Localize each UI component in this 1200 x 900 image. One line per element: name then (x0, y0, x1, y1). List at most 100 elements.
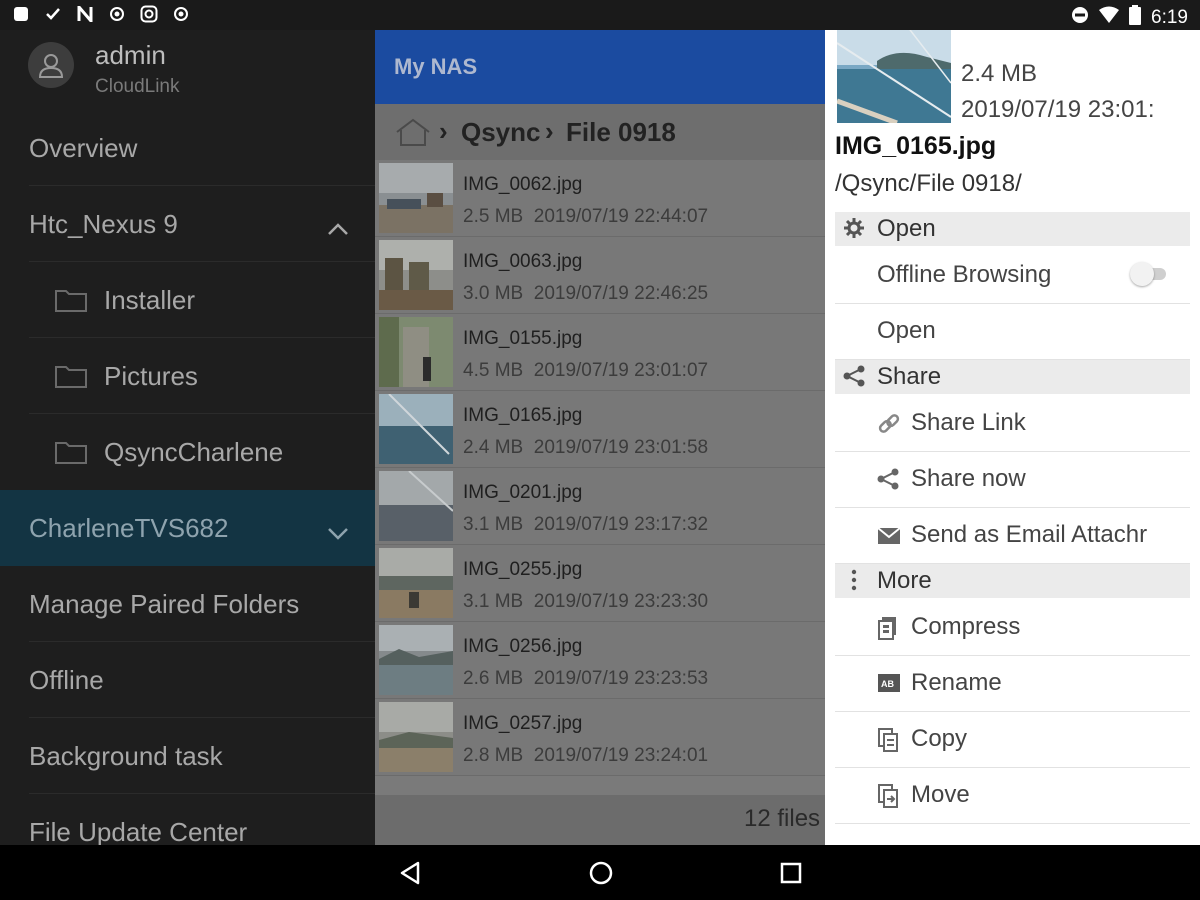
image-thumbnail (379, 548, 453, 618)
offline-browsing-row[interactable]: Offline Browsing (835, 248, 1190, 304)
file-row[interactable]: IMG_0257.jpg 2.8 MB 2019/07/19 23:24:01 (375, 699, 825, 776)
nav-item-label: Pictures (104, 360, 198, 391)
folder-icon (55, 440, 87, 471)
nav-item-file-update-center[interactable]: File Update Center (0, 794, 375, 846)
section-open: Open (835, 212, 1190, 246)
svg-text:AB: AB (881, 679, 894, 689)
home-button[interactable] (586, 859, 616, 887)
folder-icon (55, 364, 87, 395)
nav-item-installer[interactable]: Installer (0, 262, 375, 338)
rename-action[interactable]: AB Rename (835, 656, 1190, 712)
nav-item-qsynccharlene[interactable]: QsyncCharlene (0, 414, 375, 490)
file-row[interactable]: IMG_0063.jpg 3.0 MB 2019/07/19 22:46:25 (375, 237, 825, 314)
share-link-action[interactable]: Share Link (835, 396, 1190, 452)
dnd-icon (1071, 6, 1089, 30)
notification-square-icon (12, 5, 30, 23)
rename-icon: AB (877, 672, 901, 700)
breadcrumb-item[interactable]: Qsync (461, 117, 541, 148)
file-meta: 2.8 MB 2019/07/19 23:24:01 (463, 745, 709, 766)
nav-item-label: CharleneTVS682 (29, 512, 229, 543)
nav-item-label: Htc_Nexus 9 (29, 208, 178, 239)
file-meta: 2.5 MB 2019/07/19 22:44:07 (463, 206, 709, 227)
nav-item-label: Overview (29, 132, 138, 163)
share-icon (877, 468, 899, 497)
breadcrumb-arrow-icon: › (545, 116, 554, 146)
clock: 6:19 (1151, 7, 1188, 28)
section-more: More (835, 564, 1190, 598)
send-email-label: Send as Email Attachr (911, 521, 1148, 548)
user-subtitle: CloudLink (95, 76, 180, 97)
recents-button[interactable] (776, 859, 806, 887)
share-now-action[interactable]: Share now (835, 452, 1190, 508)
avatar (28, 42, 74, 88)
copy-label: Copy (911, 725, 968, 752)
file-meta: 4.5 MB 2019/07/19 23:01:07 (463, 360, 709, 381)
nav-item-charlenetvs682[interactable]: CharleneTVS682 (0, 490, 375, 566)
instagram-icon (140, 5, 158, 23)
nav-item-overview[interactable]: Overview (0, 110, 375, 186)
recents-icon (780, 862, 802, 884)
open-action[interactable]: Open (835, 304, 1190, 360)
selected-file-size: 2.4 MB (961, 60, 1038, 87)
open-action-label: Open (877, 317, 936, 344)
link-icon (877, 412, 901, 443)
file-row[interactable]: IMG_0201.jpg 3.1 MB 2019/07/19 23:17:32 (375, 468, 825, 545)
back-button[interactable] (396, 859, 426, 887)
file-meta: 2.6 MB 2019/07/19 23:23:53 (463, 668, 709, 689)
file-name: IMG_0256.jpg (463, 636, 583, 657)
move-action[interactable]: Move (835, 768, 1190, 824)
selected-file-path: /Qsync/File 0918/ (835, 170, 1022, 197)
offline-browsing-toggle[interactable] (1130, 262, 1168, 286)
email-icon (877, 524, 901, 552)
notification-icons (12, 5, 190, 23)
breadcrumb-item[interactable]: File 0918 (566, 117, 676, 148)
file-actions-panel: 2.4 MB 2019/07/19 23:01: IMG_0165.jpg /Q… (825, 30, 1200, 845)
file-meta: 3.1 MB 2019/07/19 23:23:30 (463, 591, 709, 612)
n-app-icon (76, 5, 94, 23)
file-count: 12 files (744, 805, 821, 832)
share-link-label: Share Link (911, 409, 1026, 436)
file-row[interactable]: IMG_0155.jpg 4.5 MB 2019/07/19 23:01:07 (375, 314, 825, 391)
selected-image-thumbnail (837, 30, 951, 123)
nav-item-manage-paired-folders[interactable]: Manage Paired Folders (0, 566, 375, 642)
user-header[interactable]: admin CloudLink (0, 30, 375, 110)
file-meta: 3.0 MB 2019/07/19 22:46:25 (463, 283, 709, 304)
status-bar: 6:19 (0, 0, 1200, 30)
nav-item-label: Manage Paired Folders (29, 588, 300, 619)
file-name: IMG_0201.jpg (463, 482, 583, 503)
file-row[interactable]: IMG_0165.jpg 2.4 MB 2019/07/19 23:01:58 (375, 391, 825, 468)
compress-label: Compress (911, 613, 1021, 640)
folder-icon (55, 288, 87, 319)
send-email-action[interactable]: Send as Email Attachr (835, 508, 1190, 564)
nav-item-htc-nexus-9[interactable]: Htc_Nexus 9 (0, 186, 375, 262)
section-open-label: Open (877, 215, 936, 242)
file-row[interactable]: IMG_0062.jpg 2.5 MB 2019/07/19 22:44:07 (375, 160, 825, 237)
check-icon (44, 5, 62, 23)
file-row[interactable]: IMG_0255.jpg 3.1 MB 2019/07/19 23:23:30 (375, 545, 825, 622)
image-thumbnail (379, 317, 453, 387)
nav-item-offline[interactable]: Offline (0, 642, 375, 718)
file-name: IMG_0155.jpg (463, 328, 583, 349)
list-footer: 12 files (375, 795, 825, 845)
copy-action[interactable]: Copy (835, 712, 1190, 768)
chevron-up-icon[interactable] (327, 212, 349, 243)
breadcrumb: › Qsync › File 0918 (375, 104, 825, 160)
image-thumbnail (379, 471, 453, 541)
file-row[interactable]: IMG_0256.jpg 2.6 MB 2019/07/19 23:23:53 (375, 622, 825, 699)
section-more-label: More (877, 567, 932, 594)
home-icon[interactable] (395, 118, 431, 153)
home-circle-icon (589, 861, 613, 885)
compress-action[interactable]: Compress (835, 600, 1190, 656)
nav-item-pictures[interactable]: Pictures (0, 338, 375, 414)
rename-label: Rename (911, 669, 1002, 696)
wifi-icon (1099, 6, 1120, 30)
image-thumbnail (379, 702, 453, 772)
copy-icon (877, 728, 899, 759)
more-vert-icon (843, 569, 865, 598)
nav-item-background-task[interactable]: Background task (0, 718, 375, 794)
user-icon (38, 54, 64, 78)
file-meta: 3.1 MB 2019/07/19 23:17:32 (463, 514, 709, 535)
image-thumbnail (379, 394, 453, 464)
chevron-down-icon[interactable] (327, 516, 349, 547)
file-browser: My NAS › Qsync › File 0918 IMG_0062.jpg … (375, 30, 825, 845)
